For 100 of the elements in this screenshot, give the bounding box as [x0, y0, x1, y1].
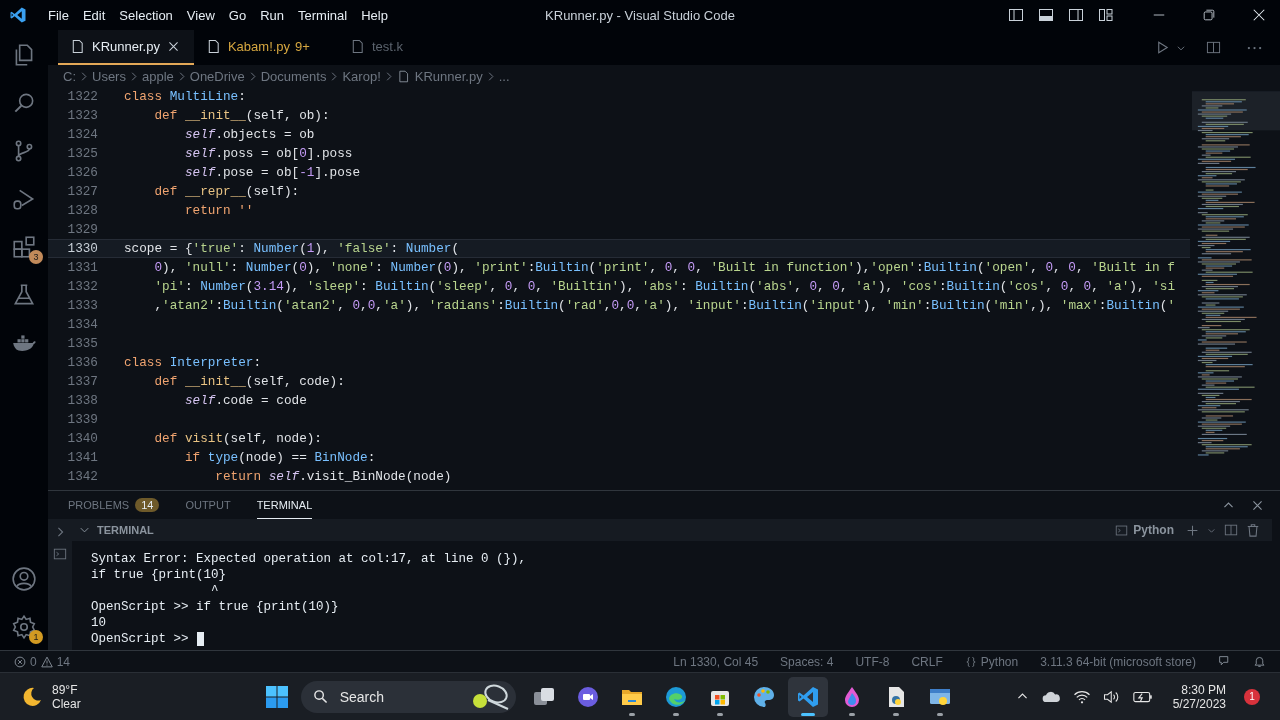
feedback-icon[interactable] [1218, 655, 1231, 668]
menu-item[interactable]: Go [223, 7, 252, 23]
start-icon[interactable] [264, 684, 289, 709]
terminal-selector[interactable]: Python [1115, 523, 1174, 537]
close-icon[interactable] [1252, 8, 1266, 22]
terminal-icon [1115, 523, 1129, 537]
notification-badge[interactable]: 1 [1244, 688, 1260, 705]
more-icon[interactable] [1247, 45, 1262, 50]
line-number: 1328 [66, 203, 98, 218]
status-item[interactable]: 3.11.3 64-bit (microsoft store) [1040, 654, 1196, 669]
chevron-right-icon [385, 71, 392, 81]
secondary-sidebar-icon[interactable] [1068, 7, 1084, 23]
wifi-icon[interactable] [1072, 689, 1091, 704]
search-field[interactable]: Search [337, 687, 460, 706]
status-item[interactable]: CRLF [911, 654, 943, 669]
split-terminal-icon[interactable] [1224, 523, 1238, 537]
code-line: class Interpreter: [124, 355, 262, 370]
editor-tab[interactable]: KRunner.py [58, 30, 194, 65]
code-line: def __init__(self, code): [153, 374, 345, 389]
breadcrumb-item[interactable]: KRunner.py [414, 68, 483, 84]
line-number: 1334 [66, 317, 98, 332]
line-number: 1335 [66, 336, 98, 351]
breadcrumb-item[interactable]: C: [63, 68, 76, 84]
panel-tab[interactable]: PROBLEMS 14 [68, 491, 160, 519]
breadcrumb-item[interactable]: ... [498, 68, 510, 84]
close-icon[interactable] [1251, 498, 1264, 512]
chevron-down-icon[interactable] [80, 527, 89, 533]
breadcrumb-item[interactable]: Karop! [342, 68, 381, 84]
code-line: 'pi': Number(3.14), 'sleep': Builtin('sleep', 0, 0, 'Builtin'), 'abs': Builtin('abs', 0, 0, 'a'), 'cos':Builtin('cos', 0, 0, 'a'), 'si [153, 279, 1175, 294]
line-number: 1332 [66, 279, 98, 294]
chevron-right-icon [331, 71, 338, 81]
line-number: 1341 [66, 450, 98, 465]
problems-indicator[interactable]: 0 14 [14, 654, 71, 669]
code-app-icon[interactable] [787, 676, 828, 717]
code-line: class MultiLine: [124, 89, 246, 104]
code-line: return '' [183, 203, 254, 218]
terminal-line: 10 [91, 615, 107, 631]
code-line: def visit(self, node): [153, 431, 322, 446]
text-cursor [196, 632, 204, 646]
line-number: 1324 [66, 127, 98, 142]
code-line: 0), 'null': Number(0), 'none': Number(0), 'print':Builtin('print', 0, 0, 'Built in function'),'open':Builtin('open', 0, 0, 'Built in f [153, 260, 1175, 275]
line-number: 1342 [66, 469, 98, 484]
line-number: 1330 [66, 241, 98, 256]
account-icon[interactable] [11, 566, 37, 592]
panel-tab[interactable]: OUTPUT [185, 491, 231, 519]
search-bar[interactable]: Search [300, 680, 516, 713]
temperature: 89°F [52, 682, 79, 697]
volume-icon[interactable] [1102, 689, 1121, 704]
status-item[interactable]: Ln 1330, Col 45 [673, 654, 759, 669]
extensions-icon[interactable] [11, 234, 37, 260]
chevron-right-icon[interactable] [56, 527, 64, 537]
editor-tab[interactable]: test.k [337, 30, 417, 65]
terminal-prompt: OpenScript >> [91, 631, 189, 647]
menu-item[interactable]: Selection [114, 7, 178, 23]
plus-icon[interactable] [1186, 523, 1199, 537]
code-line: self.code = code [183, 393, 307, 408]
breadcrumb-item[interactable]: Documents [260, 68, 327, 84]
line-number: 1327 [66, 184, 98, 199]
menu-item[interactable]: File [43, 7, 74, 23]
menu-item[interactable]: Terminal [293, 7, 353, 23]
breadcrumb-item[interactable]: OneDrive [189, 68, 245, 84]
close-icon[interactable] [166, 40, 180, 53]
menu-item[interactable]: Help [356, 7, 393, 23]
bell-icon[interactable] [1253, 655, 1266, 668]
layout-icon[interactable] [1098, 7, 1114, 23]
battery-icon[interactable] [1132, 690, 1153, 703]
code-line: def __init__(self, ob): [153, 108, 330, 123]
cloud-icon[interactable] [1040, 689, 1061, 704]
code-line: self.objects = ob [183, 127, 315, 142]
code-line: return self.visit_BinNode(node) [214, 469, 452, 484]
terminal-line: OpenScript >> if true {print(10)} [91, 599, 340, 615]
split-editor-icon[interactable] [1206, 40, 1221, 55]
status-item[interactable]: UTF-8 [855, 654, 890, 669]
terminal-line: if true {print(10} [91, 567, 228, 583]
menu-item[interactable]: Edit [77, 7, 111, 23]
chevron-right-icon [249, 71, 256, 81]
menu-item[interactable]: Run [255, 7, 289, 23]
app-logo-icon [9, 6, 27, 24]
status-item[interactable]: Spaces: 4 [780, 654, 834, 669]
code-line: scope = {'true': Number(1), 'false': Number( [124, 241, 460, 256]
panel-toggle-icon[interactable] [1038, 7, 1054, 23]
restore-icon[interactable] [1202, 8, 1216, 22]
breadcrumb-item[interactable]: apple [141, 68, 174, 84]
sidebar-toggle-icon[interactable] [1008, 7, 1024, 23]
chevron-right-icon [130, 71, 137, 81]
trash-icon[interactable] [1246, 523, 1260, 537]
terminal-icon[interactable] [53, 547, 67, 561]
terminal-line: ^ [210, 583, 220, 599]
menu-item[interactable]: View [181, 7, 220, 23]
editor-tab[interactable]: Kabam!.py 9+ [193, 30, 324, 65]
breadcrumb-item[interactable]: Users [92, 68, 126, 84]
chevron-right-icon [81, 71, 87, 81]
settings-icon[interactable] [11, 614, 37, 640]
code-line: if type(node) == BinNode: [183, 450, 376, 465]
line-number: 1333 [66, 298, 98, 313]
search-icon [312, 689, 328, 704]
terminal-line: Syntax Error: Expected operation at col:17, at line 0 (}), [91, 551, 528, 567]
clock[interactable]: 8:30 PM 5/27/2023 [1172, 682, 1226, 711]
status-item[interactable]: Python [964, 654, 1019, 669]
run-icon[interactable] [1155, 40, 1170, 55]
